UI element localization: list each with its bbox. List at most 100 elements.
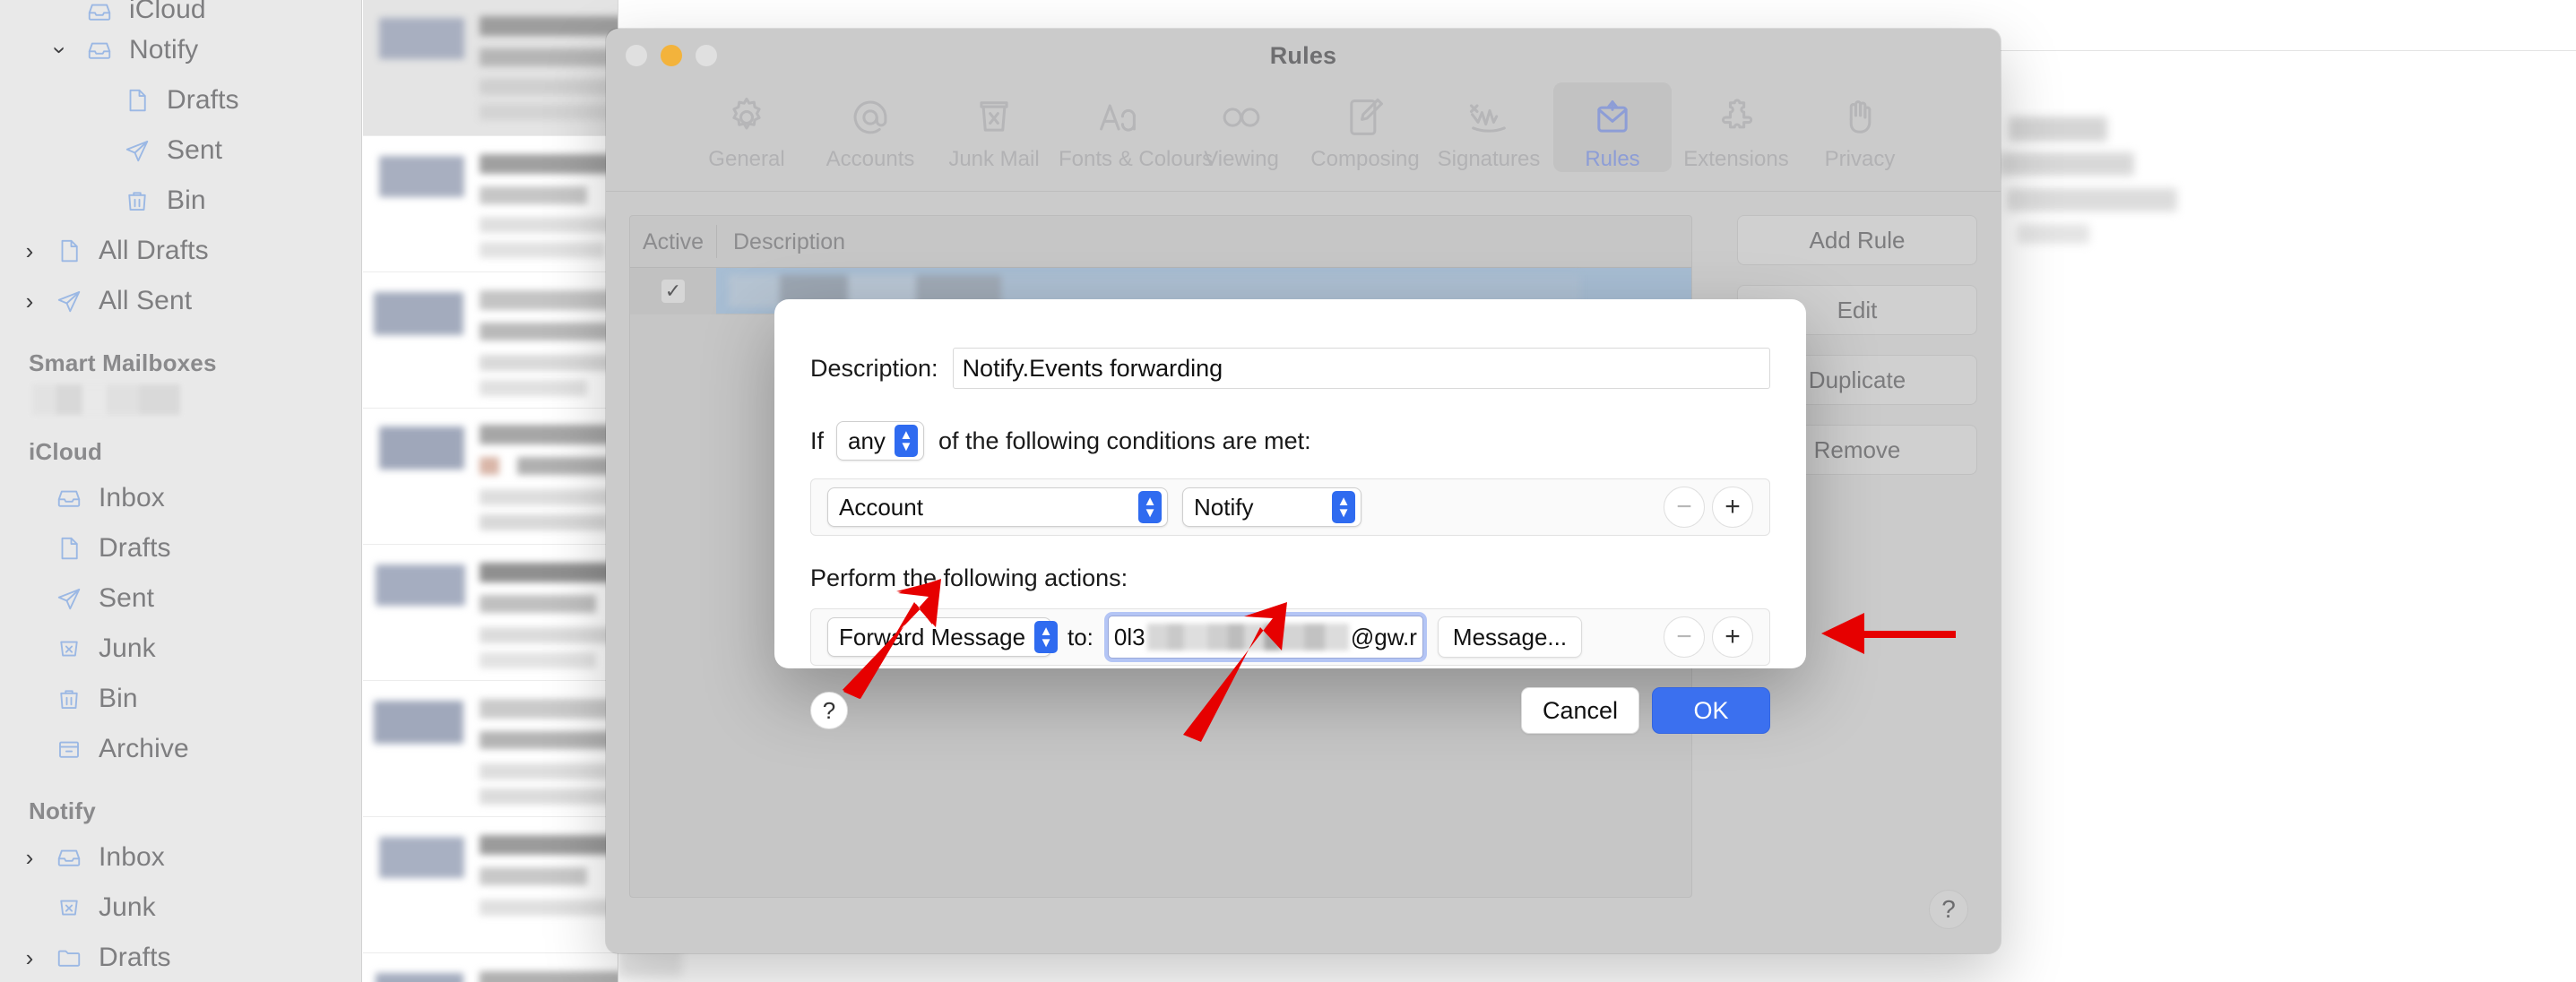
sidebar-item-label: Drafts (99, 533, 171, 563)
disclosure-toggle[interactable]: › (43, 39, 77, 62)
sidebar-item-label: iCloud (129, 0, 206, 24)
sidebar-item-icloud[interactable]: iCloud (0, 0, 361, 25)
help-button[interactable]: ? (1929, 890, 1968, 929)
close-button[interactable] (626, 45, 647, 66)
sidebar-item-all-sent[interactable]: › All Sent (0, 276, 361, 326)
sidebar-item-junk[interactable]: Junk (0, 883, 361, 933)
tab-signatures[interactable]: Signatures (1430, 82, 1548, 172)
cancel-button[interactable]: Cancel (1521, 687, 1639, 734)
tab-viewing[interactable]: Viewing (1182, 82, 1301, 172)
sidebar-smart-mailbox-redacted[interactable] (32, 384, 180, 415)
list-item[interactable] (363, 681, 618, 817)
action-type-value: Forward Message (839, 623, 1026, 650)
tab-rules[interactable]: Rules (1553, 82, 1672, 172)
sidebar-item-label: Bin (99, 684, 138, 713)
add-condition-button[interactable]: + (1712, 487, 1753, 528)
tab-accounts[interactable]: Accounts (811, 82, 929, 172)
list-item[interactable] (363, 817, 618, 953)
disclosure-toggle[interactable]: › (13, 846, 47, 869)
sidebar-item-drafts[interactable]: Drafts (0, 75, 361, 125)
sidebar-item-inbox[interactable]: › Inbox (0, 832, 361, 883)
tab-general[interactable]: General (687, 82, 806, 172)
sidebar-item-drafts[interactable]: › Drafts (0, 933, 361, 982)
sidebar-item-sent[interactable]: Sent (0, 125, 361, 176)
chevron-right-icon[interactable]: › (26, 239, 34, 263)
condition-value-popup[interactable]: Notify ▲ ▼ (1182, 487, 1361, 527)
sidebar-section-title: iCloud (29, 438, 103, 465)
action-row: Forward Message ▲ ▼ to: 0l3 @gw.r Message… (810, 608, 1770, 666)
chevron-right-icon[interactable]: › (26, 289, 34, 313)
description-input[interactable]: Notify.Events forwarding (952, 348, 1770, 389)
inbox-icon (77, 37, 122, 64)
tab-extensions[interactable]: Extensions (1677, 82, 1795, 172)
preferences-toolbar[interactable]: General Accounts Junk Mail Fonts & Colours V… (606, 82, 2001, 192)
chevron-right-icon[interactable]: › (26, 946, 34, 969)
chevron-right-icon[interactable]: › (26, 846, 34, 869)
sidebar-item-bin[interactable]: Bin (0, 674, 361, 724)
sidebar-item-inbox[interactable]: Inbox (0, 473, 361, 523)
condition-field-popup[interactable]: Account ▲ ▼ (827, 487, 1168, 527)
sheet-help-button[interactable]: ? (810, 692, 848, 729)
document-icon (47, 237, 91, 264)
message-list[interactable] (363, 0, 618, 982)
list-item[interactable] (363, 953, 618, 982)
list-item[interactable] (363, 136, 618, 272)
tab-privacy[interactable]: Privacy (1801, 82, 1919, 172)
traffic-lights[interactable] (626, 45, 717, 66)
disclosure-toggle[interactable]: › (13, 289, 47, 313)
tab-fonts-colours[interactable]: Fonts & Colours (1059, 82, 1213, 172)
action-stepper[interactable]: − + (1664, 616, 1753, 658)
remove-condition-button[interactable]: − (1664, 487, 1705, 528)
rule-active-checkbox[interactable]: ✓ (661, 279, 685, 303)
match-type-value: any (848, 426, 886, 454)
document-icon (47, 535, 91, 562)
chevron-down-icon[interactable]: › (47, 47, 73, 55)
junk-bin-icon (935, 90, 1053, 145)
tab-composing[interactable]: Composing (1306, 82, 1424, 172)
list-item[interactable] (363, 409, 618, 545)
sidebar-item-label: Junk (99, 633, 156, 663)
sidebar-item-junk[interactable]: Junk (0, 624, 361, 674)
action-type-popup[interactable]: Forward Message ▲ ▼ (827, 617, 1059, 657)
if-label: If (810, 426, 825, 454)
list-item[interactable] (363, 0, 618, 136)
condition-field-value: Account (839, 493, 923, 521)
add-rule-button[interactable]: Add Rule (1737, 215, 1977, 265)
sidebar-item-notify[interactable]: › Notify (0, 25, 361, 75)
sheet-footer: ? Cancel OK (810, 687, 1770, 734)
condition-value: Notify (1194, 493, 1254, 521)
ok-button[interactable]: OK (1652, 687, 1770, 734)
tab-junk-mail[interactable]: Junk Mail (935, 82, 1053, 172)
rule-active-cell[interactable]: ✓ (630, 267, 716, 314)
maximize-button[interactable] (696, 45, 717, 66)
sidebar-item-sent[interactable]: Sent (0, 573, 361, 624)
puzzle-piece-icon (1677, 90, 1795, 145)
paper-plane-icon (115, 137, 160, 164)
email-redacted-portion (1146, 624, 1349, 650)
minimize-button[interactable] (661, 45, 682, 66)
if-suffix-text: of the following conditions are met: (938, 426, 1311, 454)
mailbox-sidebar[interactable]: iCloud › Notify Drafts Sent Bin › All Drafts › Al… (0, 0, 362, 982)
chevron-updown-icon: ▲ ▼ (1332, 491, 1355, 523)
sidebar-item-label: Drafts (167, 85, 239, 115)
match-type-popup[interactable]: any ▲ ▼ (836, 421, 924, 461)
sidebar-item-label: Inbox (99, 483, 165, 513)
edit-rule-sheet[interactable]: Description: Notify.Events forwarding If… (774, 299, 1806, 734)
tab-label: Rules (1585, 147, 1640, 171)
disclosure-toggle[interactable]: › (13, 239, 47, 263)
forward-to-email-input[interactable]: 0l3 @gw.r (1107, 616, 1423, 659)
condition-stepper[interactable]: − + (1664, 487, 1753, 528)
remove-action-button[interactable]: − (1664, 616, 1705, 658)
to-label: to: (1068, 623, 1094, 650)
add-action-button[interactable]: + (1712, 616, 1753, 658)
disclosure-toggle[interactable]: › (13, 946, 47, 969)
sidebar-item-archive[interactable]: Archive (0, 724, 361, 774)
message-button[interactable]: Message... (1437, 616, 1583, 658)
sidebar-item-all-drafts[interactable]: › All Drafts (0, 226, 361, 276)
window-titlebar[interactable]: Rules (606, 29, 2001, 82)
list-item[interactable] (363, 272, 618, 409)
list-item[interactable] (363, 545, 618, 681)
inbox-icon (77, 0, 122, 25)
sidebar-item-drafts[interactable]: Drafts (0, 523, 361, 573)
sidebar-item-bin[interactable]: Bin (0, 176, 361, 226)
